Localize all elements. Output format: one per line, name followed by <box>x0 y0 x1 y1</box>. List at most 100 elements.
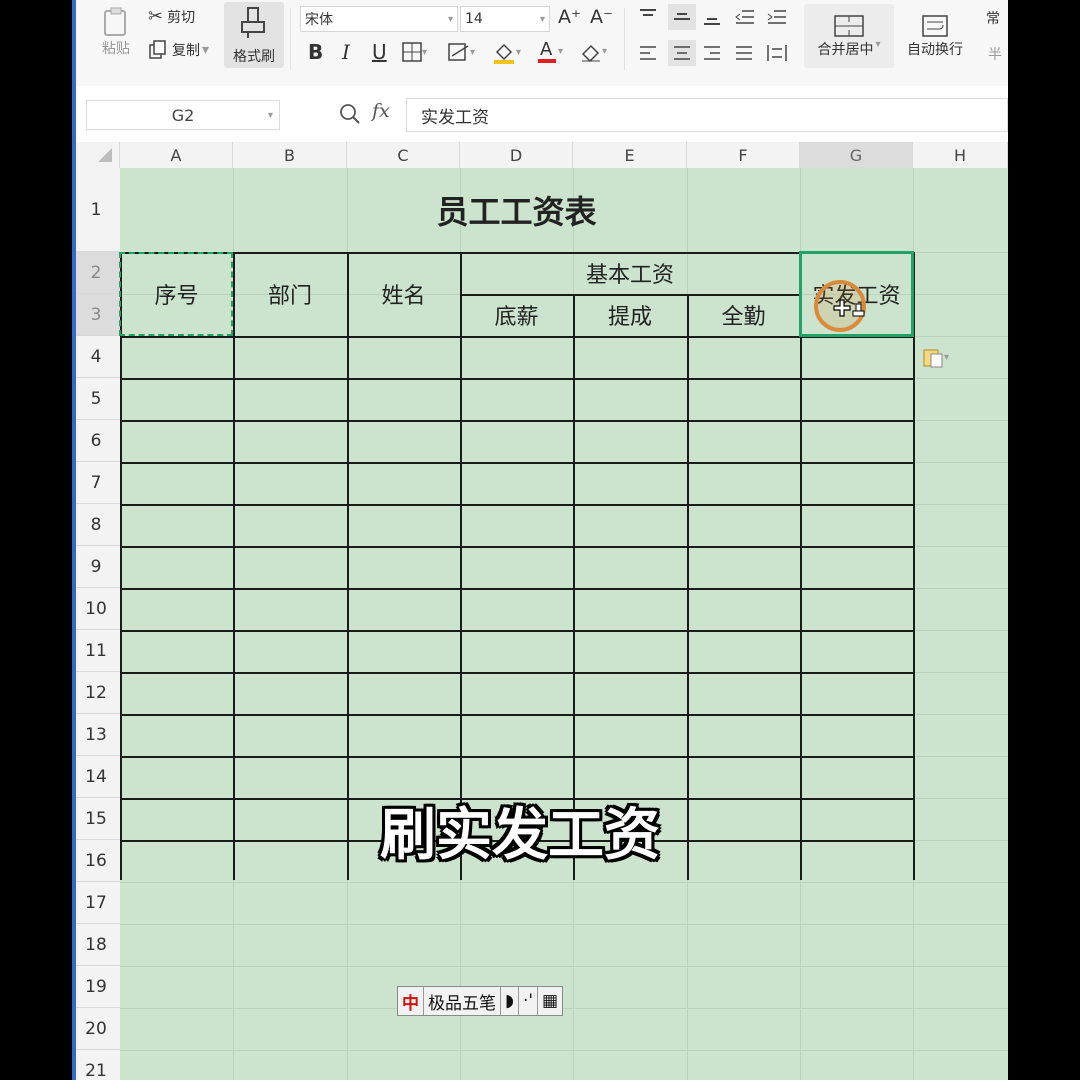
table-border <box>120 378 913 380</box>
ribbon-divider <box>290 8 291 70</box>
row-header-3[interactable]: 3 <box>72 294 120 336</box>
header-basic-salary: 基本工资 <box>585 263 674 288</box>
column-header-g[interactable]: G <box>800 142 913 168</box>
ime-name: 极品五笔 <box>424 987 501 1015</box>
currency-label: 半 <box>988 47 1002 63</box>
italic-button[interactable]: I <box>342 40 350 64</box>
align-right-button[interactable] <box>702 44 722 62</box>
wrap-text-label: 自动换行 <box>907 42 963 58</box>
chevron-down-icon: ▾ <box>470 46 476 58</box>
format-painter-button[interactable]: 格式刷 <box>224 2 284 68</box>
align-center-button[interactable] <box>668 40 696 66</box>
align-bottom-button[interactable] <box>702 8 722 26</box>
name-box[interactable]: G2 ▾ <box>86 100 280 130</box>
column-header-e[interactable]: E <box>573 142 687 168</box>
moon-icon[interactable]: ◗ <box>501 987 519 1015</box>
row-header-21[interactable]: 21 <box>72 1050 120 1080</box>
font-name-select[interactable]: 宋体 ▾ <box>300 6 458 32</box>
row-header-17[interactable]: 17 <box>72 882 120 924</box>
search-icon <box>340 104 360 124</box>
row-header-18[interactable]: 18 <box>72 924 120 966</box>
row-header-15[interactable]: 15 <box>72 798 120 840</box>
justify-button[interactable] <box>734 44 754 62</box>
chevron-down-icon: ▾ <box>422 46 428 58</box>
gridline <box>120 882 1008 883</box>
zoom-search-button[interactable] <box>338 102 362 130</box>
row-header-8[interactable]: 8 <box>72 504 120 546</box>
row-header-4[interactable]: 4 <box>72 336 120 378</box>
align-top-icon <box>640 9 656 16</box>
row-header-13[interactable]: 13 <box>72 714 120 756</box>
row-header-1[interactable]: 1 <box>72 168 120 252</box>
ime-logo: 中 <box>398 987 424 1015</box>
increase-indent-button[interactable] <box>766 8 788 26</box>
borders-button[interactable]: ▾ <box>402 42 427 62</box>
column-header-d[interactable]: D <box>460 142 573 168</box>
formula-input-value: 实发工资 <box>421 107 489 128</box>
chevron-down-icon: ▾ <box>447 13 453 25</box>
table-border <box>120 672 913 674</box>
column-header-f[interactable]: F <box>687 142 800 168</box>
header-department: 部门 <box>267 284 312 309</box>
align-middle-icon <box>674 13 690 20</box>
merge-center-button[interactable]: 合并居中 ▾ <box>804 4 894 68</box>
row-header-16[interactable]: 16 <box>72 840 120 882</box>
chevron-down-icon: ▾ <box>267 109 273 121</box>
row-header-20[interactable]: 20 <box>72 1008 120 1050</box>
column-header-h[interactable]: H <box>913 142 1008 168</box>
number-format-select[interactable]: 常 <box>986 8 1000 28</box>
table-title: 员工工资表 <box>436 193 597 231</box>
select-all-corner[interactable] <box>72 142 120 168</box>
decrease-indent-button[interactable] <box>734 8 756 26</box>
formula-input[interactable]: 实发工资 <box>406 98 1008 132</box>
currency-button[interactable]: 半 <box>988 44 1002 64</box>
header-base-pay: 底薪 <box>494 305 539 330</box>
fill-color-button[interactable]: ▾ <box>492 40 521 64</box>
distributed-button[interactable] <box>766 44 788 62</box>
bold-button[interactable]: B <box>308 40 323 64</box>
row-header-5[interactable]: 5 <box>72 378 120 420</box>
row-header-9[interactable]: 9 <box>72 546 120 588</box>
table-border <box>120 756 913 758</box>
punctuation-icon[interactable]: ·' <box>519 987 539 1015</box>
font-size-value: 14 <box>465 11 483 27</box>
clear-format-button[interactable]: ▾ <box>580 40 607 62</box>
table-border <box>120 504 913 506</box>
copy-button[interactable]: 复制 ▾ <box>148 40 209 60</box>
gridline <box>120 966 1008 967</box>
keyboard-icon[interactable]: ▦ <box>538 987 562 1015</box>
copy-marquee <box>119 252 233 336</box>
wrap-text-icon <box>922 15 948 37</box>
ime-toolbar[interactable]: 中 极品五笔 ◗ ·' ▦ <box>397 986 564 1016</box>
paste-options-button[interactable]: ▾ <box>922 346 949 368</box>
row-header-14[interactable]: 14 <box>72 756 120 798</box>
ribbon-toolbar: 粘贴 ✂ 剪切 复制 ▾ 格式刷 宋体 ▾ 14 ▾ A⁺ A⁻ B I U ▾… <box>72 0 1008 87</box>
font-color-icon: A <box>538 39 556 63</box>
align-top-button[interactable] <box>638 8 658 26</box>
merge-cells-icon <box>834 15 864 37</box>
row-header-10[interactable]: 10 <box>72 588 120 630</box>
decrease-font-button[interactable]: A⁻ <box>590 6 613 28</box>
font-size-select[interactable]: 14 ▾ <box>460 6 550 32</box>
insert-function-button[interactable]: fx <box>372 100 390 122</box>
row-header-12[interactable]: 12 <box>72 672 120 714</box>
cell-style-button[interactable]: ▾ <box>448 42 475 62</box>
paste-button[interactable]: 粘贴 <box>94 6 138 58</box>
underline-button[interactable]: U <box>372 40 387 64</box>
align-middle-button[interactable] <box>668 4 696 30</box>
row-header-19[interactable]: 19 <box>72 966 120 1008</box>
column-header-b[interactable]: B <box>233 142 347 168</box>
column-header-c[interactable]: C <box>347 142 460 168</box>
align-left-button[interactable] <box>638 44 658 62</box>
row-header-7[interactable]: 7 <box>72 462 120 504</box>
gridline <box>120 1050 1008 1051</box>
copy-dropdown-icon[interactable]: ▾ <box>202 42 209 58</box>
column-header-a[interactable]: A <box>120 142 233 168</box>
row-header-6[interactable]: 6 <box>72 420 120 462</box>
font-color-button[interactable]: A ▾ <box>536 38 563 64</box>
row-header-2[interactable]: 2 <box>72 252 120 294</box>
increase-font-button[interactable]: A⁺ <box>558 6 581 28</box>
row-header-11[interactable]: 11 <box>72 630 120 672</box>
wrap-text-button[interactable]: 自动换行 <box>900 4 970 68</box>
cut-button[interactable]: ✂ 剪切 <box>148 6 195 27</box>
